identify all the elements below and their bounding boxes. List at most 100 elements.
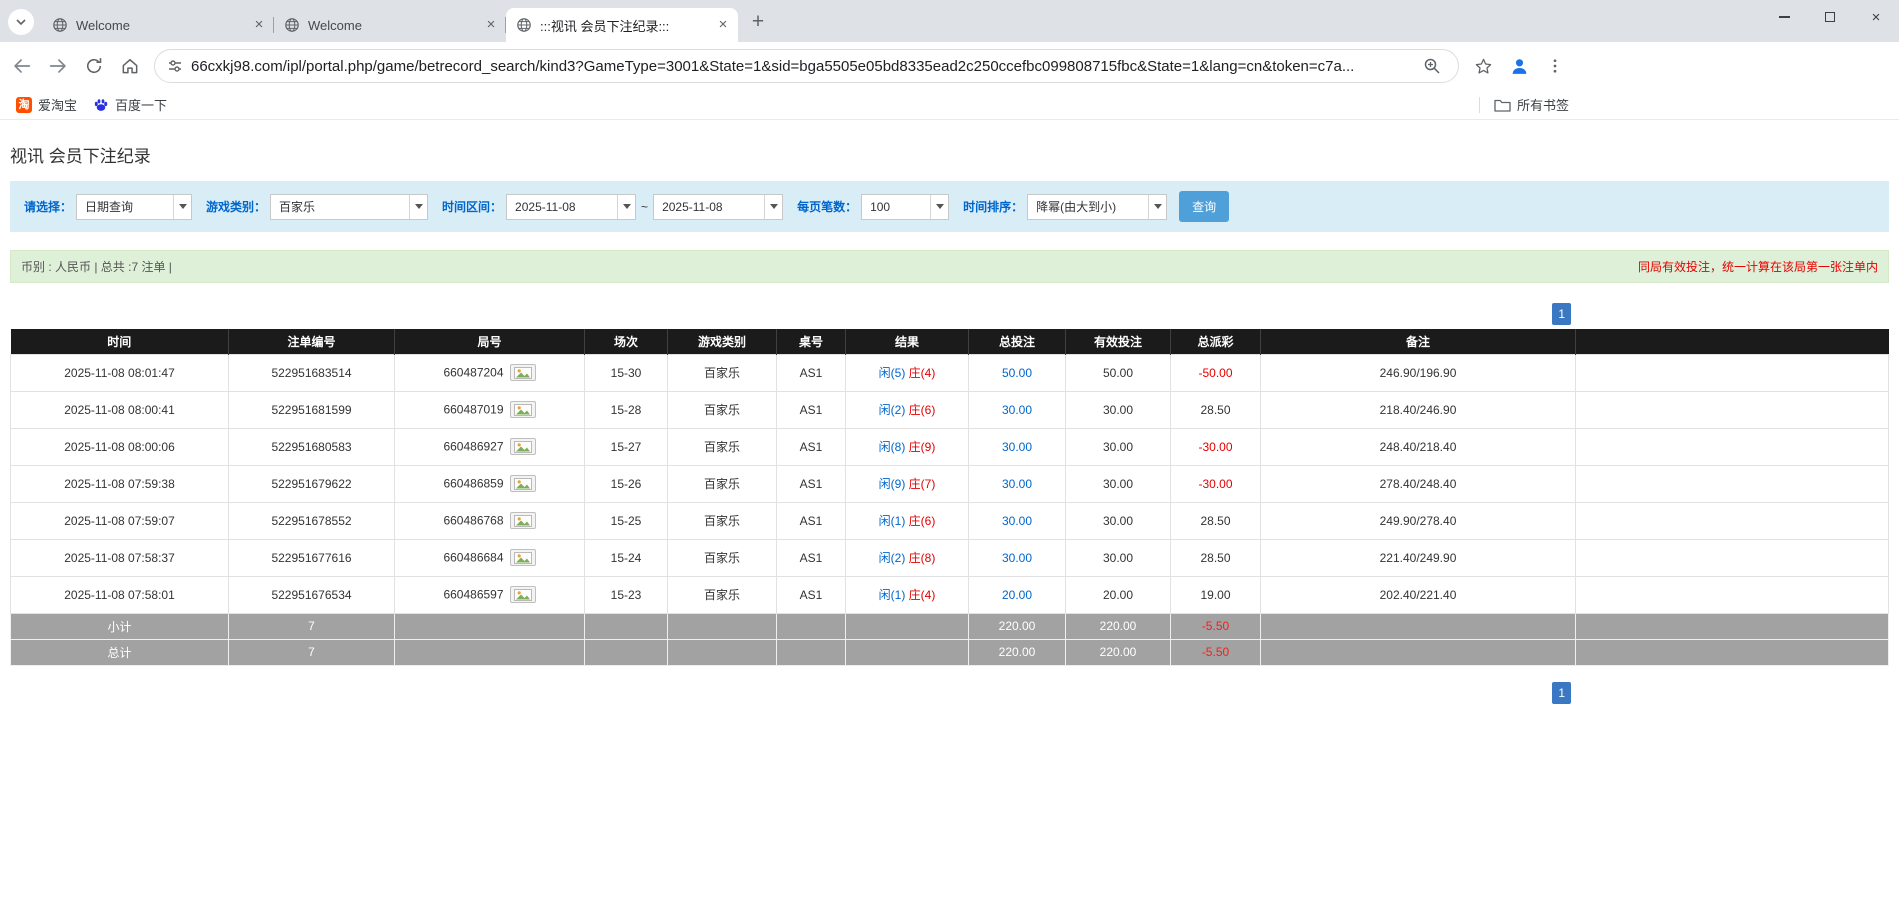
bookmark-taobao[interactable]: 淘 爱淘宝 [8,92,85,117]
browser-toolbar: 66cxkj98.com/ipl/portal.php/game/betreco… [0,42,1899,90]
cell-payout: 28.50 [1171,539,1261,576]
header-filler [1576,329,1889,354]
sort-order-value: 降幂(由大到小) [1028,198,1148,215]
game-type-select[interactable]: 百家乐 [270,194,428,220]
bookmark-star-button[interactable] [1465,48,1501,84]
window-close-button[interactable]: × [1853,0,1899,34]
forward-arrow-icon [47,55,69,77]
cell-filler [1576,465,1889,502]
cell-note: 248.40/218.40 [1261,428,1576,465]
result-banker: 庄(6) [909,514,936,528]
browser-tab-bar: Welcome × Welcome × :::视讯 会员下注纪录::: × + … [0,0,1899,42]
cell-note: 202.40/221.40 [1261,576,1576,613]
tab-welcome-1[interactable]: Welcome × [42,8,274,42]
cell-round: 660486684 [395,539,585,576]
round-result-image-icon[interactable] [510,438,536,455]
total-bet-link[interactable]: 20.00 [1002,588,1032,602]
tab-search-button[interactable] [8,9,34,35]
total-bet-link[interactable]: 30.00 [1002,477,1032,491]
result-banker: 庄(8) [909,551,936,565]
address-bar[interactable]: 66cxkj98.com/ipl/portal.php/game/betreco… [154,49,1459,83]
pagination-page-button[interactable]: 1 [1552,303,1571,325]
round-result-image-icon[interactable] [510,586,536,603]
all-bookmarks-button[interactable]: 所有书签 [1479,95,1569,114]
pagination-page-button[interactable]: 1 [1552,682,1571,704]
total-bet-link[interactable]: 50.00 [1002,366,1032,380]
window-minimize-button[interactable] [1761,0,1807,34]
profile-person-icon [1509,56,1530,77]
date-to-select[interactable]: 2025-11-08 [653,194,783,220]
zoom-button[interactable] [1418,52,1446,80]
profile-button[interactable] [1501,48,1537,84]
cell-valid-bet: 30.00 [1066,539,1171,576]
table-header: 时间 注单编号 局号 场次 游戏类别 桌号 结果 总投注 有效投注 总派彩 备注 [11,329,1889,354]
page-title: 视讯 会员下注纪录 [10,142,1889,167]
home-button[interactable] [112,48,148,84]
cell-bet-id: 522951678552 [229,502,395,539]
tab-close-icon[interactable]: × [714,16,732,34]
bet-row: 2025-11-08 08:00:41522951681599660487019… [11,391,1889,428]
bookmarks-bar: 淘 爱淘宝 百度一下 所有书签 [0,90,1899,120]
tab-close-icon[interactable]: × [482,16,500,34]
forward-button[interactable] [40,48,76,84]
total-bet-link[interactable]: 30.00 [1002,440,1032,454]
cell-time: 2025-11-08 07:58:37 [11,539,229,576]
cell-note: 249.90/278.40 [1261,502,1576,539]
bet-row: 2025-11-08 08:00:06522951680583660486927… [11,428,1889,465]
browser-menu-button[interactable] [1537,48,1573,84]
header-payout: 总派彩 [1171,329,1261,354]
header-result: 结果 [846,329,969,354]
date-from-value: 2025-11-08 [507,200,617,214]
summary-bar: 币别 : 人民币 | 总共 :7 注单 | 同局有效投注，统一计算在该局第一张注… [10,250,1889,283]
site-settings-tune-icon[interactable] [167,58,183,74]
globe-favicon-icon [284,17,300,33]
new-tab-button[interactable]: + [744,8,772,36]
tab-close-icon[interactable]: × [250,16,268,34]
page-size-select[interactable]: 100 [861,194,949,220]
cell-session: 15-25 [585,502,668,539]
tab-bet-records-active[interactable]: :::视讯 会员下注纪录::: × [506,8,738,42]
sort-order-select[interactable]: 降幂(由大到小) [1027,194,1167,220]
result-player: 闲(1) [879,588,906,602]
bookmark-label: 百度一下 [115,95,167,114]
cell-note: 221.40/249.90 [1261,539,1576,576]
back-button[interactable] [4,48,40,84]
reload-button[interactable] [76,48,112,84]
round-result-image-icon[interactable] [510,364,536,381]
round-result-image-icon[interactable] [510,512,536,529]
bet-row: 2025-11-08 07:59:07522951678552660486768… [11,502,1889,539]
round-result-image-icon[interactable] [510,475,536,492]
cell-round: 660486768 [395,502,585,539]
cell-valid-bet: 30.00 [1066,428,1171,465]
cell-note: 218.40/246.90 [1261,391,1576,428]
cell-game-type: 百家乐 [668,539,777,576]
total-bet-link[interactable]: 30.00 [1002,551,1032,565]
total-bet-link[interactable]: 30.00 [1002,403,1032,417]
cell-session: 15-24 [585,539,668,576]
tab-title: Welcome [76,18,250,33]
cell-session: 15-28 [585,391,668,428]
header-table-no: 桌号 [777,329,846,354]
tab-welcome-2[interactable]: Welcome × [274,8,506,42]
window-maximize-button[interactable] [1807,0,1853,34]
cell-total-bet: 30.00 [969,391,1066,428]
cell-result: 闲(5) 庄(4) [846,354,969,391]
total-row: 总计 7 220.00 220.00 -5.50 [11,639,1889,665]
bookmark-baidu[interactable]: 百度一下 [85,92,175,117]
url-text[interactable]: 66cxkj98.com/ipl/portal.php/game/betreco… [191,58,1418,75]
cell-total-bet: 30.00 [969,502,1066,539]
cell-round: 660486597 [395,576,585,613]
query-type-select[interactable]: 日期查询 [76,194,192,220]
bet-row: 2025-11-08 07:58:01522951676534660486597… [11,576,1889,613]
round-result-image-icon[interactable] [510,401,536,418]
folder-icon [1494,98,1511,112]
search-button[interactable]: 查询 [1179,191,1229,222]
result-banker: 庄(7) [909,477,936,491]
cell-table-no: AS1 [777,354,846,391]
round-result-image-icon[interactable] [510,549,536,566]
total-bet-link[interactable]: 30.00 [1002,514,1032,528]
date-from-select[interactable]: 2025-11-08 [506,194,636,220]
cell-round: 660487019 [395,391,585,428]
result-banker: 庄(6) [909,403,936,417]
reload-icon [84,56,104,76]
